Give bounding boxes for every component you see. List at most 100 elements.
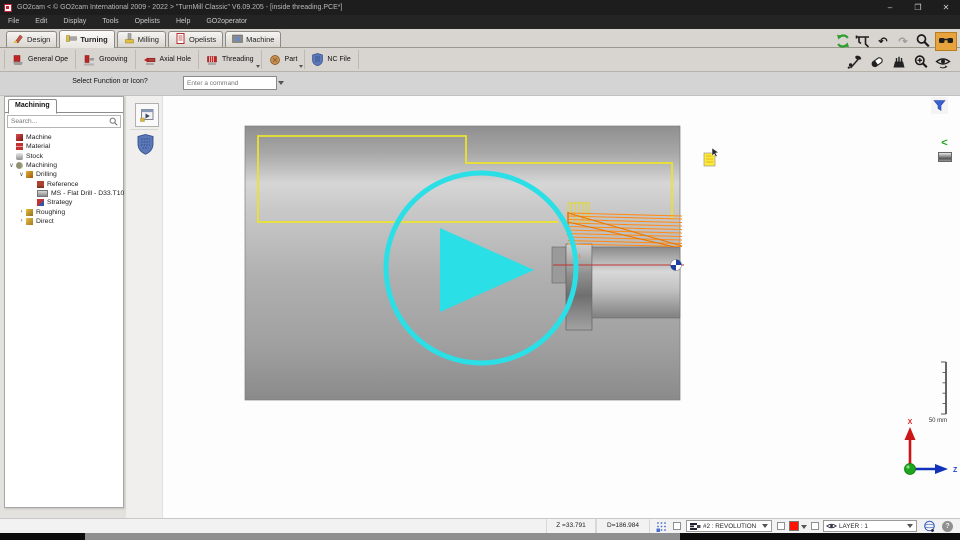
machining-panel: Machining Machine Material (4, 96, 124, 508)
redo-icon[interactable]: ↷ (895, 33, 911, 49)
axis-triad: X Z (905, 419, 959, 475)
menu-file[interactable]: File (0, 15, 27, 29)
point-label: 1 (581, 216, 584, 222)
multi-tool-icon[interactable] (847, 54, 863, 70)
viewport-3d[interactable]: 1 1 (126, 96, 960, 518)
color-dropdown-caret[interactable] (801, 525, 807, 529)
zoom-all-icon[interactable] (913, 54, 929, 70)
monitor-icon[interactable] (938, 152, 952, 162)
general-ope-button[interactable]: General Ope (4, 50, 76, 69)
zoom-icon[interactable] (915, 33, 931, 49)
tab-opelists[interactable]: Opelists (168, 31, 223, 47)
search-input[interactable] (8, 118, 109, 125)
drag-sphere-handle[interactable] (671, 260, 682, 271)
zoom-window-icon[interactable] (891, 54, 907, 70)
grooving-button[interactable]: Grooving (76, 50, 135, 69)
machining-tree: Machine Material Stock ∨ Machining (5, 133, 123, 226)
spindle-select-value: #2 : REVOLUTION (701, 523, 762, 530)
minimize-button[interactable]: – (876, 0, 904, 15)
tab-machine[interactable]: Machine (225, 31, 281, 47)
menu-help[interactable]: Help (168, 15, 198, 29)
view-orientation-button[interactable] (921, 520, 938, 533)
menu-bar: File Edit Display Tools Opelists Help GO… (0, 15, 960, 29)
chevron-down-icon[interactable] (278, 81, 284, 85)
cursor-tool-icon (704, 148, 719, 166)
expander-icon[interactable]: ∨ (17, 171, 26, 178)
tree-item-direct[interactable]: › Direct (5, 217, 123, 226)
z-axis-label: Z (953, 467, 958, 474)
collapse-panel-button[interactable]: < (938, 137, 951, 150)
strategy-icon (37, 199, 44, 206)
z-coordinate-readout: Z =33.791 (546, 519, 596, 533)
tree-item-tool[interactable]: MS - Flat Drill - D33.T10 (5, 189, 123, 198)
part-icon (269, 54, 281, 66)
color-checkbox[interactable] (777, 522, 785, 530)
visibility-eye-icon[interactable] (935, 54, 951, 70)
expander-icon[interactable]: › (17, 218, 26, 224)
refresh-icon[interactable] (835, 33, 851, 49)
chevron-down-icon[interactable] (762, 524, 768, 528)
tree-item-stock[interactable]: Stock (5, 152, 123, 161)
eraser-icon[interactable] (869, 54, 885, 70)
horizontal-scrollbar[interactable] (0, 533, 960, 540)
menu-tools[interactable]: Tools (94, 15, 126, 29)
expander-icon[interactable]: › (17, 209, 26, 215)
menu-opelists[interactable]: Opelists (127, 15, 168, 29)
command-bar: Select Function or Icon? (0, 72, 960, 96)
help-button[interactable]: ? (941, 520, 954, 533)
button-label: Grooving (99, 56, 127, 63)
chevron-down-icon[interactable] (907, 524, 913, 528)
nc-shield-button[interactable] (137, 134, 154, 155)
color-swatch[interactable] (789, 521, 799, 531)
menu-edit[interactable]: Edit (27, 15, 55, 29)
tree-item-drilling[interactable]: ∨ Drilling (5, 170, 123, 179)
close-button[interactable]: ✕ (932, 0, 960, 15)
grid-toggle-button[interactable] (653, 520, 669, 533)
design-icon (13, 33, 24, 46)
tab-design[interactable]: Design (6, 31, 57, 47)
caliper-icon[interactable] (855, 33, 871, 49)
tool-icon (37, 190, 48, 197)
view-sphere-icon (923, 520, 936, 533)
machining-panel-tab[interactable]: Machining (8, 99, 57, 114)
menu-display[interactable]: Display (55, 15, 94, 29)
tree-item-machine[interactable]: Machine (5, 133, 123, 142)
shield-icon (137, 134, 154, 155)
undo-icon[interactable]: ↶ (875, 33, 891, 49)
tree-item-roughing[interactable]: › Roughing (5, 207, 123, 216)
menu-go2operator[interactable]: GO2operator (198, 15, 255, 29)
part-button[interactable]: Part (262, 50, 306, 69)
command-input[interactable] (184, 80, 278, 87)
stock-icon (16, 153, 23, 160)
threading-button[interactable]: Threading (199, 50, 262, 69)
tree-item-material[interactable]: Material (5, 142, 123, 151)
command-combobox[interactable] (183, 76, 277, 90)
threading-dropdown-caret[interactable] (256, 65, 260, 68)
maximize-button[interactable]: ❐ (904, 0, 932, 15)
tree-item-label: Reference (47, 181, 78, 188)
view-glasses-button[interactable] (935, 32, 957, 51)
axial-hole-button[interactable]: Axial Hole (136, 50, 200, 69)
d-coordinate-readout: D=186.984 (596, 519, 650, 533)
scrollbar-thumb[interactable] (85, 533, 680, 540)
simulation-button[interactable] (135, 103, 159, 127)
part-dropdown-caret[interactable] (299, 65, 303, 68)
spindle-select[interactable]: #2 : REVOLUTION (686, 520, 772, 532)
simulation-icon (139, 107, 155, 123)
nc-file-button[interactable]: NC File (305, 50, 358, 69)
expander-icon[interactable]: ∨ (7, 162, 16, 169)
tree-search-box[interactable] (7, 115, 121, 128)
side-icon-column (126, 96, 163, 518)
threading-icon (206, 54, 218, 66)
spindle-checkbox[interactable] (673, 522, 681, 530)
tab-milling[interactable]: Milling (117, 31, 166, 47)
filter-button[interactable] (931, 97, 948, 114)
layer-select[interactable]: LAYER : 1 (823, 520, 917, 532)
reference-icon (37, 181, 44, 188)
tree-item-machining[interactable]: ∨ Machining (5, 161, 123, 170)
tree-item-reference[interactable]: Reference (5, 179, 123, 188)
tab-turning[interactable]: Turning (59, 30, 114, 48)
general-ope-icon (12, 54, 24, 66)
tree-item-strategy[interactable]: Strategy (5, 198, 123, 207)
layer-checkbox[interactable] (811, 522, 819, 530)
